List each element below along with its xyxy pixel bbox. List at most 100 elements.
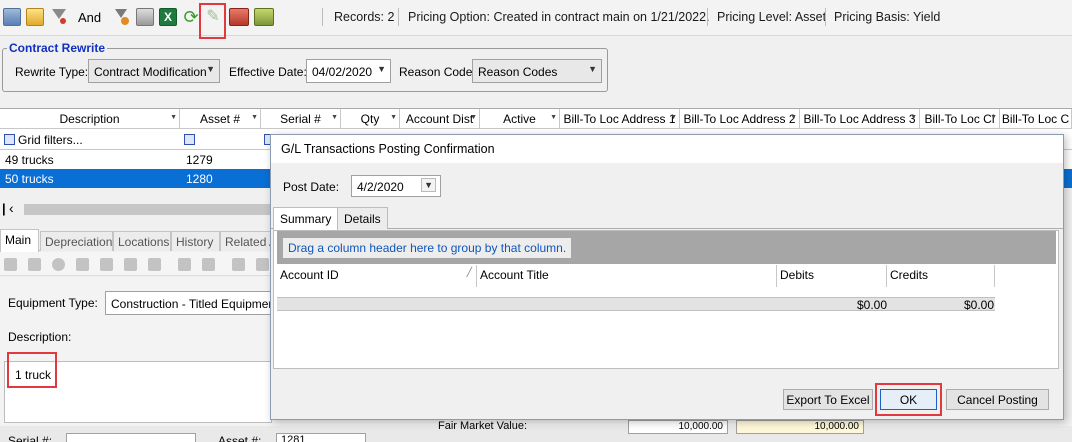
column-label: Bill-To Loc C (1001, 112, 1070, 126)
totals-row: $0.00 $0.00 (277, 297, 995, 312)
column-header-credits[interactable]: Credits (887, 265, 995, 287)
chevron-down-icon[interactable]: ▼ (421, 178, 436, 192)
main-toolbar: And X ⟳ ✎ Records: 2 Pricing Option: Cre… (0, 0, 1072, 39)
tab-details[interactable]: Details (337, 207, 388, 229)
scrollbar-thumb[interactable] (24, 204, 280, 215)
refresh-icon[interactable]: ⟳ (182, 8, 200, 26)
cancel-posting-button[interactable]: Cancel Posting (946, 389, 1049, 410)
save-all-icon[interactable] (100, 258, 113, 271)
column-header-description[interactable]: Description ▼ (0, 109, 180, 129)
truck-green-icon[interactable] (254, 8, 274, 26)
tab-depreciation[interactable]: Depreciation (40, 231, 113, 251)
column-header-bill-to-address-3[interactable]: Bill-To Loc Address 3 ▼ (800, 109, 920, 129)
column-header-active[interactable]: Active ▼ (480, 109, 560, 129)
fmv-input-alt[interactable]: 10,000.00 (736, 420, 864, 434)
column-dropdown-icon[interactable]: ▼ (390, 114, 397, 121)
toolbar-separator (707, 8, 708, 26)
chevron-down-icon: ▼ (206, 64, 215, 74)
export-to-excel-button[interactable]: Export To Excel (783, 389, 873, 410)
toolbar-separator (322, 8, 323, 26)
credits-total: $0.00 (964, 298, 995, 312)
delete-icon[interactable] (178, 258, 191, 271)
serial-input[interactable] (66, 433, 196, 442)
tab-main[interactable]: Main (0, 229, 39, 252)
column-dropdown-icon[interactable]: ▼ (470, 114, 477, 121)
reason-code-select[interactable]: Reason Codes ▼ (472, 59, 602, 83)
column-dropdown-icon[interactable]: ▼ (990, 114, 997, 121)
grid-view-icon[interactable] (3, 8, 21, 26)
truck-red-icon[interactable] (229, 8, 249, 26)
asset-number-input[interactable]: 1281 (276, 433, 366, 442)
column-label: Description (59, 112, 120, 126)
new-record-icon[interactable] (4, 258, 17, 271)
column-header-account-id[interactable]: Account ID ╱ (277, 265, 477, 287)
attach-icon[interactable] (232, 258, 245, 271)
column-header-bill-to-address-2[interactable]: Bill-To Loc Address 2 ▼ (680, 109, 800, 129)
column-header-asset[interactable]: Asset # ▼ (180, 109, 261, 129)
add-icon[interactable] (52, 258, 65, 271)
row-asset: 1279 (186, 153, 213, 167)
filter-icon[interactable] (4, 134, 15, 145)
rewrite-type-label: Rewrite Type: (15, 65, 89, 79)
dialog-title: G/L Transactions Posting Confirmation (271, 135, 1063, 163)
group-by-area[interactable]: Drag a column header here to group by th… (277, 231, 1056, 264)
column-dropdown-icon[interactable]: ▼ (550, 114, 557, 121)
fmv-input[interactable]: 10,000.00 (628, 420, 728, 434)
column-header-debits[interactable]: Debits (777, 265, 887, 287)
column-header-serial[interactable]: Serial # ▼ (261, 109, 341, 129)
column-label: Bill-To Loc Address 3 (803, 112, 916, 126)
column-label: Credits (890, 268, 929, 282)
column-dropdown-icon[interactable]: ▼ (910, 114, 917, 121)
column-label: Account Dist (405, 112, 474, 126)
copy-icon[interactable] (124, 258, 137, 271)
notes-icon[interactable] (26, 8, 44, 26)
equipment-type-value: Construction - Titled Equipment (111, 297, 279, 311)
save-icon[interactable] (76, 258, 89, 271)
duplicate-icon[interactable] (202, 258, 215, 271)
more-icon[interactable] (256, 258, 269, 271)
equipment-type-select[interactable]: Construction - Titled Equipment (105, 291, 280, 315)
column-dropdown-icon[interactable]: ▼ (670, 114, 677, 121)
column-header-bill-to-address-1[interactable]: Bill-To Loc Address 1 ▼ (560, 109, 680, 129)
chevron-down-icon: ▼ (377, 64, 386, 74)
column-header-bill-to-c[interactable]: Bill-To Loc C (1000, 109, 1072, 129)
filter-icon[interactable] (184, 134, 195, 145)
excel-icon[interactable]: X (159, 8, 177, 26)
filter-options-icon[interactable] (112, 8, 130, 26)
column-dropdown-icon[interactable]: ▼ (331, 114, 338, 121)
column-header-account-title[interactable]: Account Title (477, 265, 777, 287)
detail-tabs: Main Depreciation Locations History Rela… (0, 229, 280, 252)
post-date-picker[interactable]: 4/2/2020 ▼ (351, 175, 441, 197)
refresh-icon[interactable] (148, 258, 161, 271)
search-icon[interactable] (28, 258, 41, 271)
grid-horizontal-scrollbar[interactable]: | ‹ (0, 200, 280, 218)
row-description: 50 trucks (5, 172, 54, 186)
bottom-form-strip: Serial #: Asset #: 1281 Fair Market Valu… (0, 420, 1072, 442)
contract-rewrite-title: Contract Rewrite (7, 41, 108, 55)
column-label: Bill-To Loc Address 2 (683, 112, 796, 126)
toolbar-separator (398, 8, 399, 26)
scroll-left-icon[interactable]: ‹ (9, 200, 14, 216)
scroll-home-icon[interactable]: | (2, 201, 6, 216)
column-header-bill-to-city[interactable]: Bill-To Loc Ci ▼ (920, 109, 1000, 129)
contract-rewrite-group: Contract Rewrite Rewrite Type: Contract … (2, 41, 608, 92)
and-filter-button[interactable]: And (78, 10, 101, 25)
column-dropdown-icon[interactable]: ▼ (790, 114, 797, 121)
rewrite-type-select[interactable]: Contract Modification ▼ (88, 59, 220, 83)
column-dropdown-icon[interactable]: ▼ (170, 114, 177, 121)
fmv-label: Fair Market Value: (438, 420, 528, 432)
filter-clear-icon[interactable] (50, 8, 68, 26)
column-label: Account ID (280, 268, 339, 282)
effective-date-picker[interactable]: 04/02/2020 ▼ (306, 59, 391, 83)
column-header-account-dist[interactable]: Account Dist ▼ (400, 109, 480, 129)
dialog-tabs: Summary Details (271, 207, 1063, 230)
tab-locations[interactable]: Locations (113, 231, 171, 251)
grid-filters-link[interactable]: Grid filters... (18, 133, 83, 147)
tab-summary[interactable]: Summary (273, 207, 339, 230)
column-label: Debits (780, 268, 815, 282)
column-header-qty[interactable]: Qty ▼ (341, 109, 400, 129)
tab-history[interactable]: History (171, 231, 220, 251)
column-dropdown-icon[interactable]: ▼ (251, 114, 258, 121)
asset-number-value: 1281 (281, 434, 306, 442)
export-icon[interactable] (136, 8, 154, 26)
